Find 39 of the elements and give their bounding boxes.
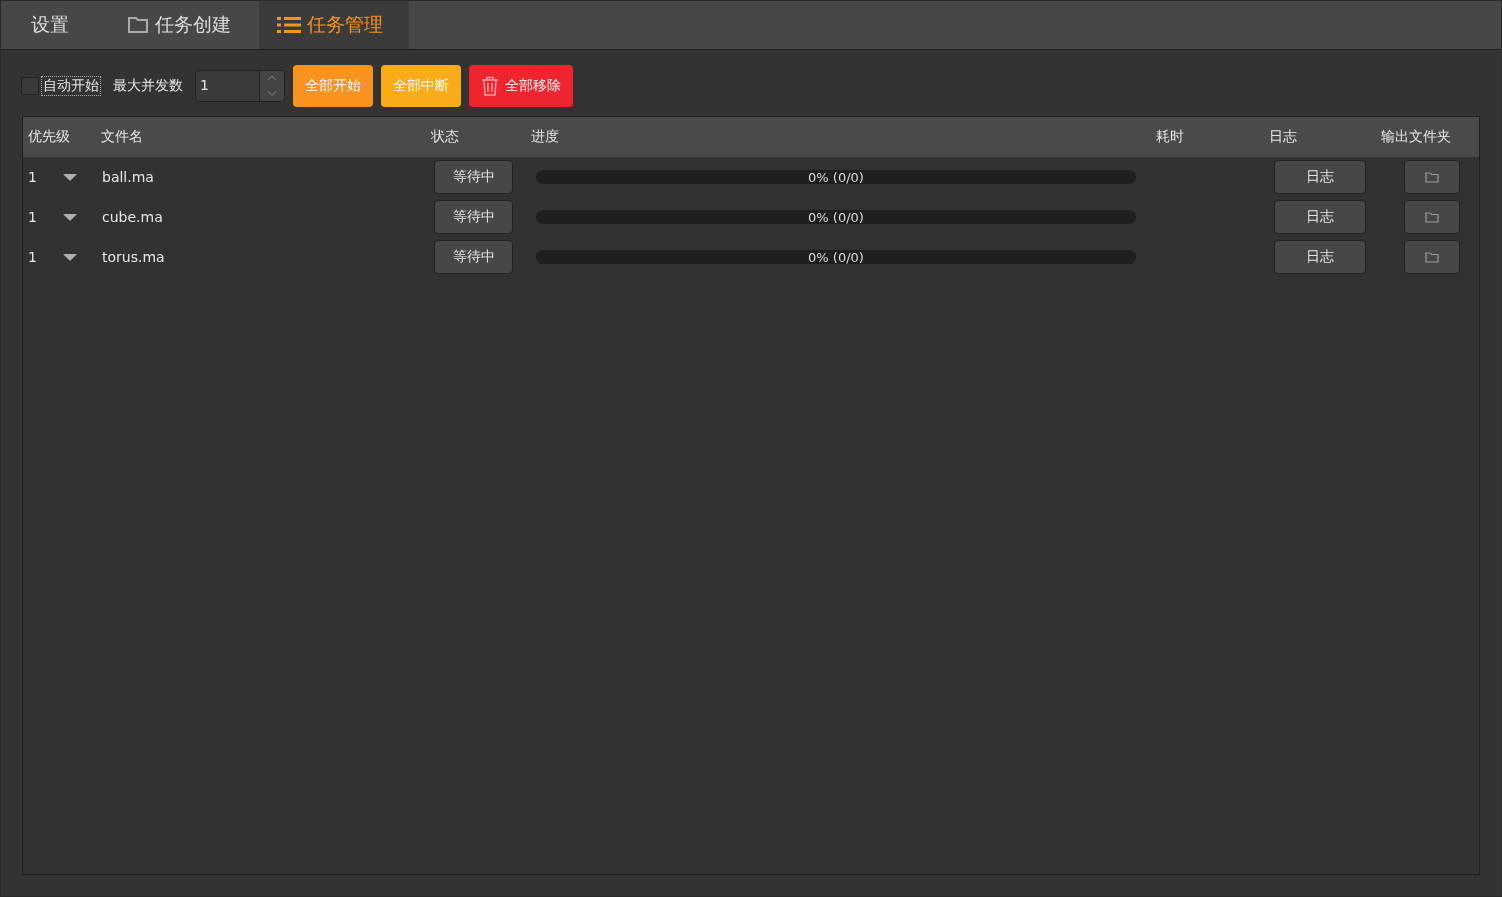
table-cell: torus.ma <box>102 249 165 265</box>
progress-text: 0% (0/0) <box>808 169 864 185</box>
table-cell: 1 <box>28 249 37 265</box>
trash-icon <box>481 76 499 96</box>
action-button[interactable]: 全部移除 <box>469 65 573 107</box>
open-folder-button[interactable] <box>1404 160 1460 194</box>
column-header: 输出文件夹 <box>1380 128 1452 146</box>
column-header: 状态 <box>430 128 460 146</box>
list-icon <box>277 16 301 34</box>
progress-text: 0% (0/0) <box>808 249 864 265</box>
folder-icon <box>127 16 149 34</box>
column-header: 优先级 <box>27 128 71 146</box>
table-cell: cube.ma <box>102 209 163 225</box>
caret-icon[interactable] <box>61 252 78 262</box>
open-folder-button[interactable] <box>1404 200 1460 234</box>
log-button[interactable]: 日志 <box>1274 240 1366 274</box>
folder-icon <box>1425 211 1439 223</box>
caret-icon[interactable] <box>61 212 78 222</box>
status-button[interactable]: 等待中 <box>434 200 513 234</box>
checkbox-label[interactable]: 自动开始 <box>42 77 100 95</box>
log-button[interactable]: 日志 <box>1274 160 1366 194</box>
column-header: 进度 <box>530 128 560 146</box>
tab[interactable]: 任务管理 <box>259 1 409 49</box>
status-button[interactable]: 等待中 <box>434 240 513 274</box>
column-header: 耗时 <box>1155 128 1185 146</box>
table-cell: 1 <box>28 169 37 185</box>
caret-icon[interactable] <box>61 172 78 182</box>
folder-icon <box>1425 171 1439 183</box>
log-button[interactable]: 日志 <box>1274 200 1366 234</box>
field-label: 最大并发数 <box>113 77 183 95</box>
progress-text: 0% (0/0) <box>808 209 864 225</box>
status-button[interactable]: 等待中 <box>434 160 513 194</box>
open-folder-button[interactable] <box>1404 240 1460 274</box>
table-cell: 1 <box>28 209 37 225</box>
folder-icon <box>1425 251 1439 263</box>
table-cell: ball.ma <box>102 169 154 185</box>
checkbox[interactable] <box>21 77 39 95</box>
column-header: 日志 <box>1268 128 1298 146</box>
column-header: 文件名 <box>100 128 144 146</box>
